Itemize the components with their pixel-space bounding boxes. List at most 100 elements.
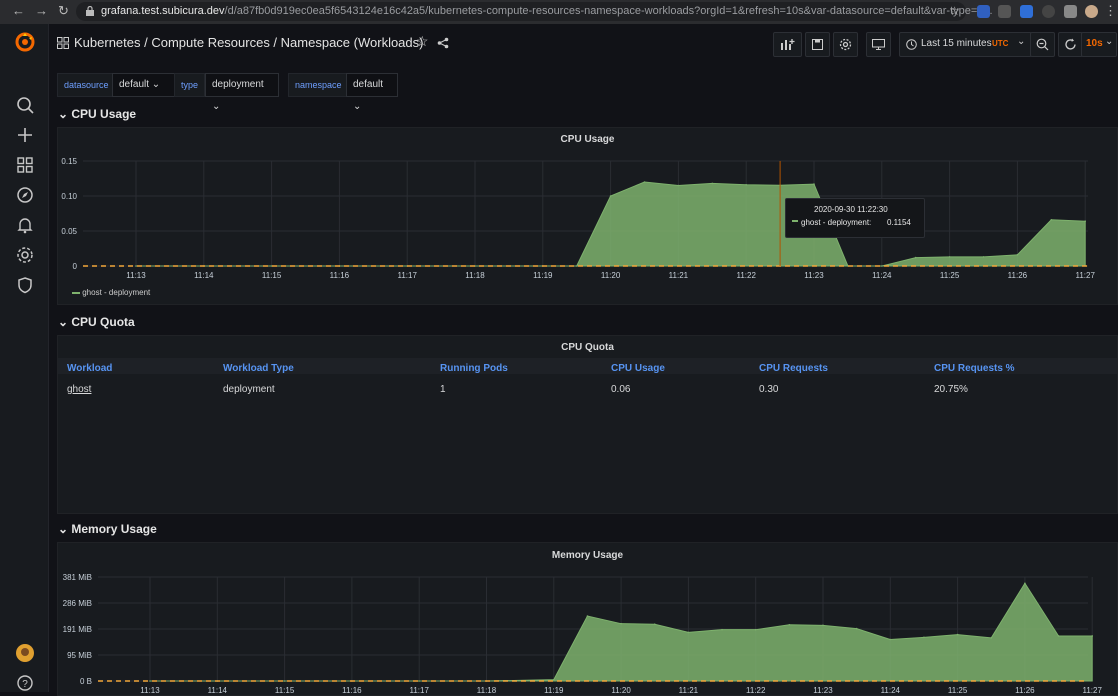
data-point: [418, 680, 421, 682]
row-header-cpu-usage[interactable]: ⌄ CPU Usage: [58, 107, 136, 121]
data-point: [889, 638, 892, 641]
monitor-icon: [872, 39, 885, 50]
back-icon[interactable]: ←: [12, 3, 25, 18]
x-tick-label: 11:23: [813, 686, 833, 695]
table-cell: deployment: [223, 384, 275, 395]
svg-text:?: ?: [22, 679, 28, 690]
tooltip-value: 0.1154: [887, 218, 911, 227]
column-header-workload-type[interactable]: Workload Type: [223, 363, 294, 374]
variable-select-namespace[interactable]: default ⌄: [346, 73, 398, 112]
dashboard-navbar: Kubernetes / Compute Resources / Namespa…: [49, 24, 1118, 62]
favorite-star-icon[interactable]: ☆: [416, 33, 429, 50]
zoom-out-icon: [1036, 38, 1049, 51]
search-icon[interactable]: [15, 95, 35, 115]
data-point: [982, 256, 985, 258]
variable-value: default: [119, 79, 150, 90]
shield-icon[interactable]: [15, 275, 35, 295]
dashboards-icon[interactable]: [15, 155, 35, 175]
variable-value: default: [353, 79, 384, 90]
refresh-interval-picker[interactable]: 10s ⌄: [1081, 32, 1117, 57]
data-point: [1091, 635, 1093, 637]
extension-icon[interactable]: [1042, 5, 1055, 18]
data-point: [575, 265, 578, 267]
data-point: [788, 623, 791, 626]
refresh-button[interactable]: [1058, 32, 1083, 57]
data-point: [609, 195, 612, 197]
x-tick-label: 11:23: [804, 271, 824, 280]
x-tick-label: 11:18: [477, 686, 497, 695]
column-header-cpu-requests-percent[interactable]: CPU Requests %: [934, 363, 1015, 374]
row-header-memory-usage[interactable]: ⌄ Memory Usage: [58, 522, 157, 536]
column-header-cpu-usage[interactable]: CPU Usage: [611, 363, 665, 374]
x-tick-label: 11:14: [208, 686, 228, 695]
add-panel-icon: [781, 39, 795, 50]
column-header-workload[interactable]: Workload: [67, 363, 112, 374]
column-header-cpu-requests[interactable]: CPU Requests: [759, 363, 828, 374]
data-point: [586, 615, 589, 617]
page-title[interactable]: Kubernetes / Compute Resources / Namespa…: [74, 35, 423, 50]
x-tick-label: 11:15: [262, 271, 282, 280]
data-point: [721, 628, 723, 631]
puzzle-icon[interactable]: [1064, 5, 1077, 18]
user-avatar[interactable]: [15, 643, 35, 663]
profile-avatar[interactable]: [1085, 5, 1098, 18]
memory-usage-chart[interactable]: 0 B 95 MiB 191 MiB 286 MiB 381 MiB 11:13 11:14…: [58, 543, 1117, 695]
table-cell: 20.75%: [934, 384, 968, 395]
address-bar[interactable]: grafana.test.subicura.dev/d/a87fb0d919ec…: [76, 2, 993, 21]
row-header-cpu-quota[interactable]: ⌄ CPU Quota: [58, 315, 135, 329]
x-tick-label: 11:26: [1015, 686, 1035, 695]
save-dashboard-button[interactable]: [805, 32, 830, 57]
tooltip-series-label: ghost - deployment:: [801, 218, 872, 227]
x-tick-label: 11:16: [342, 686, 362, 695]
x-tick-label: 11:17: [397, 271, 417, 280]
data-point: [813, 183, 815, 185]
add-panel-button[interactable]: [773, 32, 802, 57]
row-title-text: Memory Usage: [71, 522, 157, 536]
column-header-running-pods[interactable]: Running Pods: [440, 363, 508, 374]
x-tick-label: 11:16: [330, 271, 350, 280]
menu-icon[interactable]: ⋮: [1104, 3, 1117, 19]
y-tick-label: 286 MiB: [63, 599, 92, 608]
panel-title[interactable]: CPU Quota: [58, 342, 1117, 353]
gear-icon[interactable]: [15, 245, 35, 265]
dashboard-grid-icon: [57, 37, 69, 49]
cpu-usage-panel[interactable]: CPU Usage 0 0.05 0.10 0.15 11:13 11:14 11:15 11…: [57, 127, 1118, 305]
data-point: [914, 256, 917, 259]
plus-icon[interactable]: [15, 125, 35, 145]
y-tick-label: 0.05: [61, 227, 77, 236]
bookmark-star-icon[interactable]: ☆: [949, 4, 960, 18]
x-tick-label: 11:21: [669, 271, 689, 280]
share-icon[interactable]: [437, 37, 449, 49]
grafana-logo-icon[interactable]: [15, 32, 35, 52]
data-point: [653, 623, 656, 626]
extension-icon[interactable]: [977, 5, 990, 18]
workload-link[interactable]: ghost: [67, 384, 91, 395]
sidebar: ?: [0, 24, 49, 692]
dashboard-settings-button[interactable]: [833, 32, 858, 57]
reload-icon[interactable]: ↻: [58, 3, 69, 19]
extension-icon[interactable]: [1020, 5, 1033, 18]
help-icon[interactable]: ?: [15, 673, 35, 693]
x-tick-label: 11:17: [409, 686, 429, 695]
variable-select-datasource[interactable]: default ⌄: [112, 73, 176, 97]
zoom-out-button[interactable]: [1030, 32, 1055, 57]
chart-legend[interactable]: ghost - deployment: [72, 288, 150, 297]
clock-icon: [906, 39, 917, 50]
variable-label-namespace: namespace: [288, 73, 349, 97]
forward-icon[interactable]: →: [35, 3, 48, 18]
explore-compass-icon[interactable]: [15, 185, 35, 205]
x-tick-label: 11:20: [601, 271, 621, 280]
cpu-quota-panel[interactable]: CPU Quota Workload Workload Type Running…: [57, 335, 1118, 514]
time-picker-button[interactable]: Last 15 minutes UTC ⌄: [899, 32, 1032, 57]
pocket-icon[interactable]: [998, 5, 1011, 18]
variable-select-type[interactable]: deployment ⌄: [205, 73, 279, 112]
x-tick-label: 11:21: [679, 686, 699, 695]
chart-tooltip: 2020-09-30 11:22:30 ghost - deployment: …: [785, 198, 925, 238]
x-tick-label: 11:25: [940, 271, 960, 280]
x-tick-label: 11:20: [611, 686, 631, 695]
cpu-usage-chart[interactable]: 0 0.05 0.10 0.15 11:13 11:14 11:15 11:16 11:17 11…: [58, 128, 1117, 304]
alerting-bell-icon[interactable]: [15, 215, 35, 235]
memory-usage-panel[interactable]: Memory Usage 0 B 95 MiB 191 MiB 286 MiB 381 …: [57, 542, 1118, 696]
x-tick-label: 11:13: [140, 686, 160, 695]
tv-mode-button[interactable]: [866, 32, 891, 57]
